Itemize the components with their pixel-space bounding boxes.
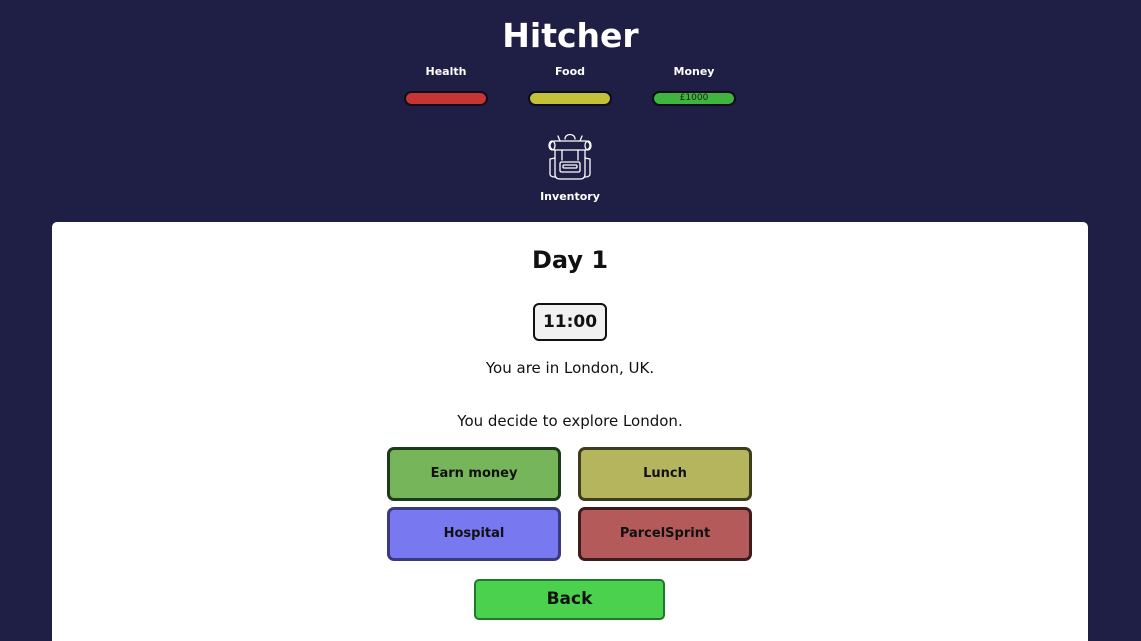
inventory-button[interactable]: Inventory (530, 130, 610, 203)
game-screen: Hitcher Health Food Money £1000 Inventor… (0, 0, 1141, 641)
app-title: Hitcher (502, 16, 639, 55)
time-display: 11:00 (533, 303, 607, 341)
health-stat: Health (404, 64, 488, 106)
food-stat: Food (528, 64, 612, 106)
health-bar (404, 91, 488, 106)
money-label: Money (673, 65, 715, 78)
money-stat: Money £1000 (652, 64, 736, 106)
main-panel: Day 1 11:00 You are in London, UK. You d… (52, 222, 1088, 641)
food-label: Food (554, 65, 586, 78)
location-text: You are in London, UK. (485, 359, 655, 377)
food-bar-fill (530, 93, 610, 104)
inventory-label: Inventory (540, 190, 600, 203)
food-bar (528, 91, 612, 106)
health-bar-fill (406, 93, 486, 104)
backpack-icon (530, 130, 610, 182)
hospital-button[interactable]: Hospital (388, 508, 560, 560)
health-label: Health (425, 65, 467, 78)
decision-text: You decide to explore London. (457, 412, 683, 430)
parcelsprint-button[interactable]: ParcelSprint (579, 508, 751, 560)
money-bar: £1000 (652, 91, 736, 106)
day-title: Day 1 (531, 246, 609, 274)
earn-money-button[interactable]: Earn money (388, 448, 560, 500)
money-value: £1000 (679, 93, 709, 103)
lunch-button[interactable]: Lunch (579, 448, 751, 500)
back-button[interactable]: Back (474, 579, 665, 620)
